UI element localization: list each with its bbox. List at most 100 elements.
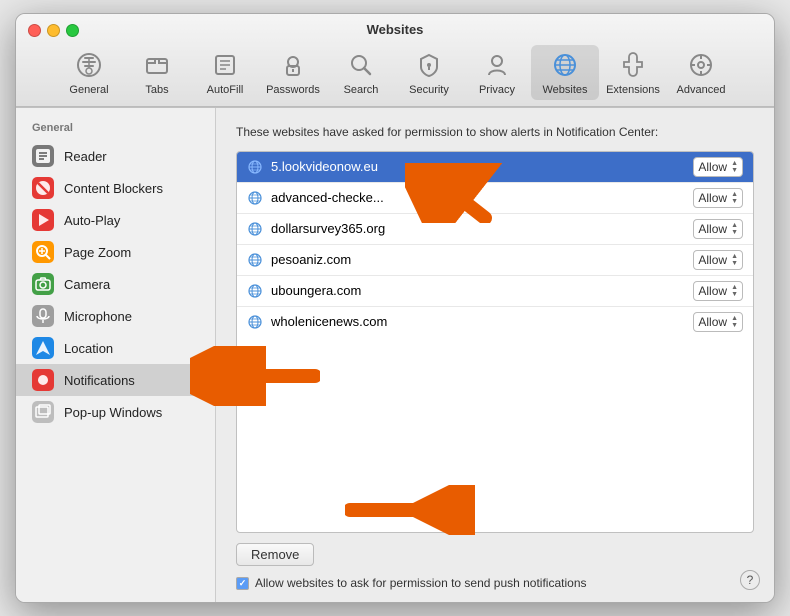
website-row-site6[interactable]: wholenicenews.comAllow▲▼ [237, 307, 753, 337]
main-content: General Reader Content Blockers Auto-Play P… [16, 107, 774, 602]
location-sidebar-icon [32, 337, 54, 359]
website-name-site5: uboungera.com [271, 283, 693, 298]
sidebar-item-auto-play[interactable]: Auto-Play [16, 204, 215, 236]
general-toolbar-label: General [69, 84, 108, 96]
toolbar-item-advanced[interactable]: Advanced [667, 45, 735, 100]
window-controls [28, 24, 79, 37]
allow-chevrons-site2: ▲▼ [731, 191, 738, 205]
sidebar-item-microphone[interactable]: Microphone [16, 300, 215, 332]
autofill-toolbar-label: AutoFill [207, 84, 244, 96]
security-toolbar-label: Security [409, 84, 449, 96]
allow-chevrons-site4: ▲▼ [731, 253, 738, 267]
toolbar-item-general[interactable]: General [55, 45, 123, 100]
website-name-site1: 5.lookvideonow.eu [271, 159, 693, 174]
website-name-site2: advanced-checke... [271, 190, 693, 205]
website-row-site4[interactable]: pesoaniz.comAllow▲▼ [237, 245, 753, 276]
reader-sidebar-icon [32, 145, 54, 167]
search-toolbar-label: Search [344, 84, 379, 96]
allow-text-site3: Allow [698, 222, 727, 236]
allow-select-site5[interactable]: Allow▲▼ [693, 281, 743, 301]
globe-icon-site5 [247, 283, 263, 299]
push-notifications-checkbox[interactable]: ✓ [236, 577, 249, 590]
website-row-site3[interactable]: dollarsurvey365.org Allow ▲▼ [237, 214, 753, 245]
globe-icon-site2 [247, 190, 263, 206]
allow-select-site6[interactable]: Allow▲▼ [693, 312, 743, 332]
content-blockers-sidebar-label: Content Blockers [64, 181, 163, 196]
autofill-toolbar-icon [209, 49, 241, 81]
website-list: 5.lookvideonow.euAllow▲▼advanced-checke.… [236, 151, 754, 533]
toolbar: General Tabs AutoFill Passwords Search Securi… [55, 45, 735, 106]
sidebar-item-content-blockers[interactable]: Content Blockers [16, 172, 215, 204]
allow-chevrons-site3: ▲▼ [731, 222, 738, 236]
bottom-controls: Remove ✓ Allow websites to ask for permi… [236, 543, 754, 590]
toolbar-item-privacy[interactable]: Privacy [463, 45, 531, 100]
window-title: Websites [367, 22, 424, 37]
globe-icon-site4 [247, 252, 263, 268]
toolbar-item-extensions[interactable]: Extensions [599, 45, 667, 100]
safari-preferences-window: Websites General Tabs AutoFill Passwords Sea… [15, 13, 775, 603]
toolbar-item-autofill[interactable]: AutoFill [191, 45, 259, 100]
toolbar-item-tabs[interactable]: Tabs [123, 45, 191, 100]
close-button[interactable] [28, 24, 41, 37]
right-panel: These websites have asked for permission… [216, 108, 774, 602]
maximize-button[interactable] [66, 24, 79, 37]
allow-text-site6: Allow [698, 315, 727, 329]
sidebar: General Reader Content Blockers Auto-Play P… [16, 108, 216, 602]
extensions-toolbar-icon [617, 49, 649, 81]
auto-play-sidebar-label: Auto-Play [64, 213, 120, 228]
toolbar-item-passwords[interactable]: Passwords [259, 45, 327, 100]
location-sidebar-label: Location [64, 341, 113, 356]
sidebar-item-location[interactable]: Location [16, 332, 215, 364]
sidebar-item-page-zoom[interactable]: Page Zoom [16, 236, 215, 268]
general-toolbar-icon [73, 49, 105, 81]
page-zoom-sidebar-icon [32, 241, 54, 263]
toolbar-item-websites[interactable]: Websites [531, 45, 599, 100]
microphone-sidebar-label: Microphone [64, 309, 132, 324]
pop-up-windows-sidebar-icon [32, 401, 54, 423]
allow-chevrons-site5: ▲▼ [731, 284, 738, 298]
website-row-site1[interactable]: 5.lookvideonow.eu Allow ▲▼ [237, 152, 753, 183]
website-row-site2[interactable]: advanced-checke...Allow▲▼ [237, 183, 753, 214]
passwords-toolbar-label: Passwords [266, 84, 320, 96]
sidebar-item-notifications[interactable]: Notifications [16, 364, 215, 396]
notifications-sidebar-label: Notifications [64, 373, 135, 388]
allow-text-site1: Allow [698, 160, 727, 174]
website-name-site4: pesoaniz.com [271, 252, 693, 267]
allow-select-site2[interactable]: Allow▲▼ [693, 188, 743, 208]
passwords-toolbar-icon [277, 49, 309, 81]
toolbar-item-search[interactable]: Search [327, 45, 395, 100]
help-button[interactable]: ? [740, 570, 760, 590]
sidebar-section-label: General [16, 120, 215, 140]
sidebar-item-reader[interactable]: Reader [16, 140, 215, 172]
search-toolbar-icon [345, 49, 377, 81]
toolbar-item-security[interactable]: Security [395, 45, 463, 100]
minimize-button[interactable] [47, 24, 60, 37]
allow-select-site4[interactable]: Allow▲▼ [693, 250, 743, 270]
panel-description: These websites have asked for permission… [236, 124, 754, 141]
website-name-site3: dollarsurvey365.org [271, 221, 693, 236]
remove-button[interactable]: Remove [236, 543, 314, 566]
website-name-site6: wholenicenews.com [271, 314, 693, 329]
website-row-site5[interactable]: uboungera.comAllow▲▼ [237, 276, 753, 307]
checkbox-row: ✓ Allow websites to ask for permission t… [236, 576, 754, 590]
titlebar: Websites General Tabs AutoFill Passwords Sea… [16, 14, 774, 107]
tabs-toolbar-label: Tabs [145, 84, 168, 96]
pop-up-windows-sidebar-label: Pop-up Windows [64, 405, 162, 420]
globe-icon-site3 [247, 221, 263, 237]
microphone-sidebar-icon [32, 305, 54, 327]
sidebar-item-pop-up-windows[interactable]: Pop-up Windows [16, 396, 215, 428]
security-toolbar-icon [413, 49, 445, 81]
allow-chevrons-site1: ▲▼ [731, 160, 738, 174]
content-blockers-sidebar-icon [32, 177, 54, 199]
checkbox-label: Allow websites to ask for permission to … [255, 576, 587, 590]
globe-icon-site1 [247, 159, 263, 175]
tabs-toolbar-icon [141, 49, 173, 81]
reader-sidebar-label: Reader [64, 149, 107, 164]
sidebar-items: Reader Content Blockers Auto-Play Page Zoom… [16, 140, 215, 428]
globe-icon-site6 [247, 314, 263, 330]
extensions-toolbar-label: Extensions [606, 84, 660, 96]
allow-select-site3[interactable]: Allow ▲▼ [693, 219, 743, 239]
allow-select-site1[interactable]: Allow ▲▼ [693, 157, 743, 177]
sidebar-item-camera[interactable]: Camera [16, 268, 215, 300]
websites-toolbar-icon [549, 49, 581, 81]
